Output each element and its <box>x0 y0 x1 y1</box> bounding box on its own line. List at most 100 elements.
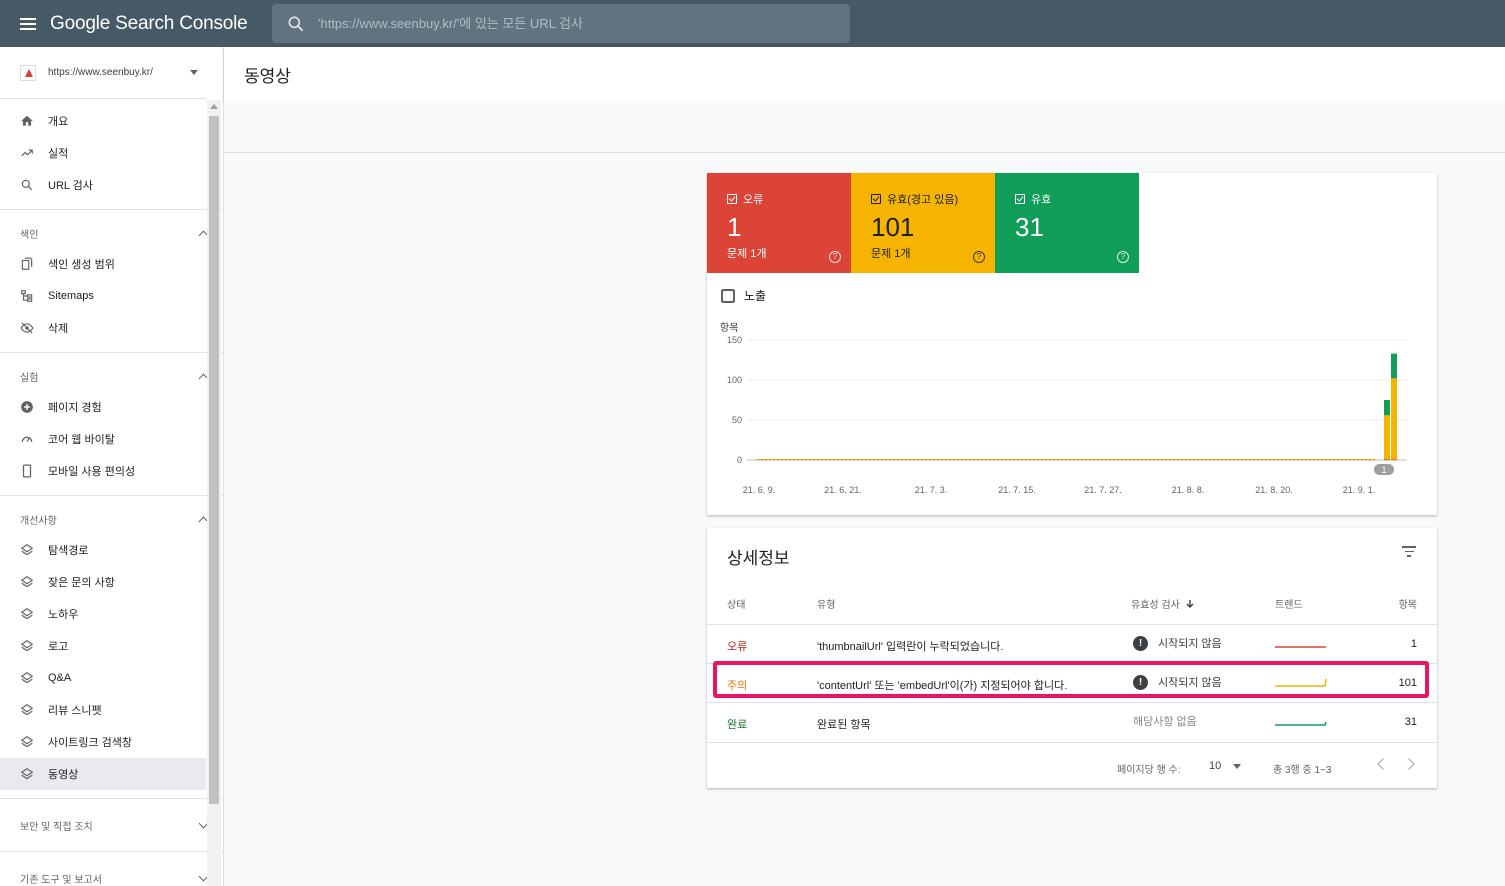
checkbox-checked-icon <box>727 194 737 204</box>
x-tick-label: 21. 6. 21. <box>824 485 862 495</box>
section-title: 색인 <box>20 229 39 241</box>
url-inspection-search[interactable] <box>272 4 850 43</box>
sidebar-item-enhancement[interactable]: 잦은 문의 사항 <box>0 566 206 598</box>
sidebar-item-label: 노하우 <box>48 609 79 621</box>
section-index[interactable]: 색인 <box>0 218 223 248</box>
row-validation: 해당사항 없음 <box>1133 713 1197 729</box>
section-legacy-tools[interactable]: 기존 도구 및 보고서 <box>0 860 223 886</box>
col-status[interactable]: 상태 <box>727 596 745 611</box>
help-icon[interactable]: ? <box>1117 251 1129 263</box>
rows-per-page-select[interactable]: 10 <box>1209 760 1221 772</box>
table-header: 상태 유형 유효성 검사 트렌드 항목 <box>707 594 1437 616</box>
layers-icon <box>20 639 34 653</box>
chevron-left-icon[interactable] <box>1377 758 1389 770</box>
row-validation: ! 시작되지 않음 <box>1133 635 1222 651</box>
impressions-toggle[interactable]: 노출 <box>721 287 1437 304</box>
sidebar-item-page-experience[interactable]: 페이지 경험 <box>0 391 206 423</box>
col-type[interactable]: 유형 <box>817 596 835 611</box>
status-summary-card: 오류 1 문제 1개 ? 유효(경고 있음) 101 문제 1개 ? 유효 31… <box>707 173 1437 515</box>
page-title: 동영상 <box>224 47 1505 101</box>
sidebar-item-enhancement[interactable]: 로고 <box>0 630 206 662</box>
sidebar-item-label: URL 검사 <box>48 180 93 192</box>
sidebar-item-label: 잦은 문의 사항 <box>48 577 115 589</box>
valid-tile[interactable]: 유효 31 ? <box>995 173 1139 273</box>
help-icon[interactable]: ? <box>973 251 985 263</box>
speed-gauge-icon <box>20 432 34 446</box>
row-trend-sparkline <box>1275 635 1329 652</box>
col-trend[interactable]: 트렌드 <box>1275 596 1303 611</box>
visibility-off-icon <box>20 321 34 335</box>
tile-count: 101 <box>871 212 915 242</box>
sidebar-item-enhancement[interactable]: 노하우 <box>0 598 206 630</box>
sidebar-item-url-inspection[interactable]: URL 검사 <box>0 169 206 201</box>
row-count: 1 <box>1410 638 1417 650</box>
sidebar-item-enhancement[interactable]: 탐색경로 <box>0 534 206 566</box>
section-experience[interactable]: 실험 <box>0 361 223 391</box>
layers-icon <box>20 671 34 685</box>
sidebar-item-sitemaps[interactable]: Sitemaps <box>0 280 206 312</box>
details-title: 상세정보 <box>727 549 790 568</box>
sidebar-item-removals[interactable]: 삭제 <box>0 312 206 344</box>
sidebar-item-core-web-vitals[interactable]: 코어 웹 바이탈 <box>0 423 206 455</box>
sidebar-item-mobile-usability[interactable]: 모바일 사용 편의성 <box>0 455 206 487</box>
row-validation-text: 해당사항 없음 <box>1133 716 1197 728</box>
warning-tile[interactable]: 유효(경고 있음) 101 문제 1개 ? <box>851 173 995 273</box>
col-count[interactable]: 항목 <box>1399 596 1417 611</box>
sidebar-item-performance[interactable]: 실적 <box>0 137 206 169</box>
y-tick-label: 100 <box>727 375 742 385</box>
alert-icon: ! <box>1133 635 1148 651</box>
rows-per-page-label: 페이지당 행 수: <box>1117 765 1181 776</box>
section-title: 개선사항 <box>20 515 57 527</box>
sidebar-item-enhancement[interactable]: 사이트링크 검색창 <box>0 726 206 758</box>
divider <box>0 851 223 852</box>
chevron-right-icon[interactable] <box>1403 758 1415 770</box>
sidebar-item-enhancement[interactable]: Q&A <box>0 662 206 694</box>
sidebar-item-enhancement[interactable]: 동영상 <box>0 758 206 790</box>
row-trend-sparkline <box>1275 713 1329 730</box>
sidebar-item-enhancement[interactable]: 리뷰 스니펫 <box>0 694 206 726</box>
scroll-up-arrow-icon[interactable] <box>210 104 218 109</box>
col-validation[interactable]: 유효성 검사 <box>1131 596 1195 611</box>
section-title: 기존 도구 및 보고서 <box>20 874 102 886</box>
section-title: 보안 및 직접 조치 <box>20 821 93 833</box>
sidebar-scrollbar[interactable] <box>207 100 221 886</box>
x-tick-label: 21. 7. 15. <box>998 485 1036 495</box>
property-selector[interactable]: https://www.seenbuy.kr/ <box>0 47 206 99</box>
bar-segment <box>1384 400 1390 416</box>
sidebar-item-label: 사이트링크 검색창 <box>48 737 133 749</box>
section-security[interactable]: 보안 및 직접 조치 <box>0 807 223 843</box>
x-tick-label: 21. 6. 9. <box>743 485 776 495</box>
layers-icon <box>20 703 34 717</box>
pagination: 페이지당 행 수: 10 총 3행 중 1~3 <box>707 742 1437 788</box>
sidebar-item-coverage[interactable]: 색인 생성 범위 <box>0 248 206 280</box>
annotation-label: 1 <box>1381 465 1386 475</box>
x-tick-label: 21. 7. 3. <box>915 485 948 495</box>
checkbox-unchecked-icon[interactable] <box>721 288 735 303</box>
search-icon <box>20 178 34 192</box>
x-tick-label: 21. 7. 27. <box>1084 485 1122 495</box>
dropdown-arrow-icon <box>190 70 198 75</box>
sidebar-item-label: 실적 <box>48 148 69 160</box>
search-input[interactable] <box>318 16 838 31</box>
tile-count: 1 <box>727 212 742 242</box>
section-enhancements[interactable]: 개선사항 <box>0 504 223 534</box>
error-tile[interactable]: 오류 1 문제 1개 ? <box>707 173 851 273</box>
scrollbar-thumb[interactable] <box>209 116 219 804</box>
bar-segment <box>1391 459 1397 461</box>
table-row[interactable]: 완료 완료된 항목 해당사항 없음 31 <box>707 702 1437 742</box>
app-logo[interactable]: Google Search Console <box>50 13 272 35</box>
table-row[interactable]: 오류 'thumbnailUrl' 입력란이 누락되었습니다.! 시작되지 않음 1 <box>707 624 1437 664</box>
filter-icon[interactable] <box>1401 546 1417 558</box>
help-icon[interactable]: ? <box>829 251 841 263</box>
menu-icon[interactable] <box>0 0 56 47</box>
sidebar-item-overview[interactable]: 개요 <box>0 105 206 137</box>
chart-svg: 항목 0 50 100 150 21. 6. 9. 21. 6. 21. 21. 7. 3. 2… <box>720 322 1407 495</box>
sidebar-item-label: 코어 웹 바이탈 <box>48 434 115 446</box>
x-tick-label: 21. 8. 20. <box>1255 485 1293 495</box>
highlight-box <box>713 661 1429 698</box>
row-status: 완료 <box>727 719 748 731</box>
toolbar-area <box>224 101 1505 153</box>
dropdown-arrow-icon[interactable] <box>1233 764 1241 769</box>
section-title: 실험 <box>20 372 39 384</box>
layers-icon <box>20 543 34 557</box>
